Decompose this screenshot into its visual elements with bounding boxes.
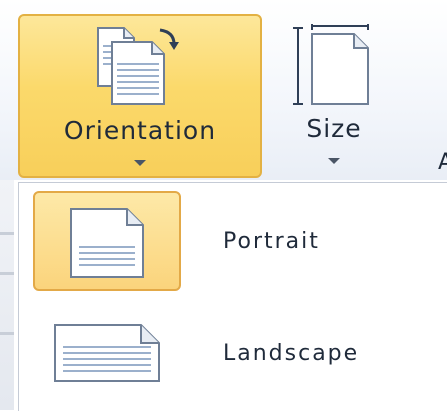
ruler-mark	[0, 232, 14, 235]
ruler-mark	[0, 272, 14, 275]
page-size-icon	[293, 24, 369, 105]
portrait-icon-highlight	[33, 191, 181, 291]
size-button[interactable]: Size	[272, 14, 396, 178]
document-edge	[0, 180, 14, 410]
landscape-page-icon	[54, 324, 160, 382]
ribbon-group: Orientation Size A	[0, 0, 447, 180]
portrait-label: Portrait	[223, 229, 320, 254]
landscape-icon-area	[33, 303, 181, 403]
chevron-down-icon	[328, 158, 340, 164]
orientation-button[interactable]: Orientation	[18, 14, 262, 178]
landscape-label: Landscape	[223, 341, 360, 366]
menu-item-portrait[interactable]: Portrait	[33, 191, 443, 291]
orientation-dropdown-menu: Portrait Landscape	[18, 182, 447, 411]
chevron-down-icon	[134, 160, 146, 166]
portrait-page-icon	[70, 208, 144, 278]
orientation-icon	[97, 27, 179, 105]
menu-item-landscape[interactable]: Landscape	[33, 303, 443, 403]
size-label: Size	[306, 114, 362, 143]
cut-off-button-glyph: A	[438, 150, 447, 175]
orientation-label: Orientation	[63, 116, 217, 145]
ruler-mark	[0, 332, 14, 335]
